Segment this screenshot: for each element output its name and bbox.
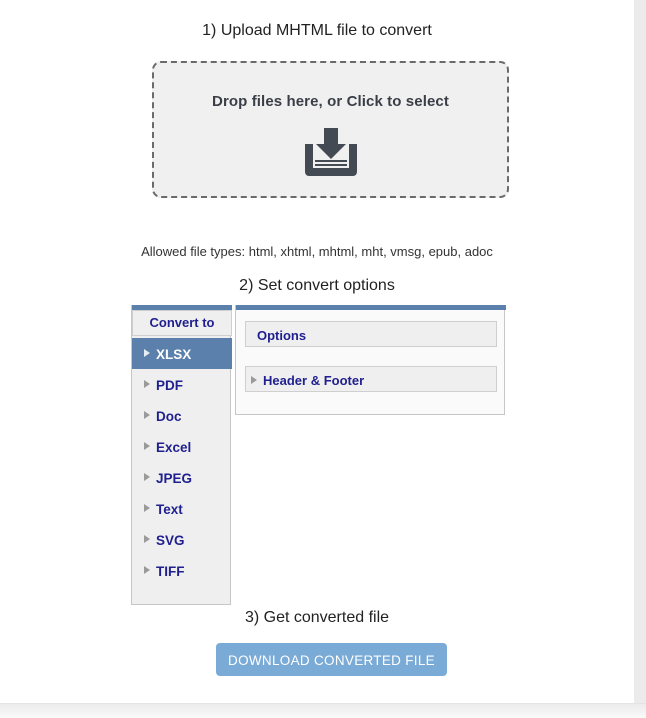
convert-to-item-label: SVG bbox=[156, 532, 185, 548]
chevron-right-icon bbox=[144, 380, 150, 389]
convert-to-item-excel[interactable]: Excel bbox=[132, 431, 232, 462]
allowed-file-types-note: Allowed file types: html, xhtml, mhtml, … bbox=[141, 244, 493, 259]
header-footer-section-header[interactable]: Header & Footer bbox=[245, 366, 497, 392]
convert-to-item-label: XLSX bbox=[156, 346, 192, 362]
convert-to-item-text[interactable]: Text bbox=[132, 493, 232, 524]
convert-to-item-label: Doc bbox=[156, 408, 182, 424]
convert-to-column: Convert to XLSX PDF Doc Excel JPEG Text … bbox=[131, 305, 232, 605]
chevron-right-icon bbox=[144, 411, 150, 420]
step-2-heading: 2) Set convert options bbox=[239, 277, 395, 294]
dropzone-label: Drop files here, or Click to select bbox=[212, 93, 449, 110]
convert-to-header: Convert to bbox=[132, 310, 232, 336]
chevron-right-icon bbox=[144, 473, 150, 482]
chevron-right-icon bbox=[144, 442, 150, 451]
footer-band bbox=[0, 703, 646, 718]
convert-options-panel: Convert to XLSX PDF Doc Excel JPEG Text … bbox=[131, 305, 506, 605]
chevron-right-icon bbox=[144, 566, 150, 575]
convert-to-item-xlsx[interactable]: XLSX bbox=[132, 338, 232, 369]
options-column: Options Header & Footer bbox=[235, 305, 506, 415]
convert-to-item-tiff[interactable]: TIFF bbox=[132, 555, 232, 586]
options-section-header[interactable]: Options bbox=[245, 321, 497, 347]
convert-to-item-svg[interactable]: SVG bbox=[132, 524, 232, 555]
step-3-heading: 3) Get converted file bbox=[244, 609, 390, 626]
download-tray-icon bbox=[301, 126, 361, 178]
page-content: 1) Upload MHTML file to convert Drop fil… bbox=[0, 0, 634, 703]
chevron-right-icon bbox=[144, 349, 150, 358]
convert-to-item-label: JPEG bbox=[156, 470, 193, 486]
convert-to-item-pdf[interactable]: PDF bbox=[132, 369, 232, 400]
options-section-label: Options bbox=[257, 328, 307, 344]
chevron-right-icon bbox=[251, 375, 257, 384]
download-converted-file-button[interactable]: DOWNLOAD CONVERTED FILE bbox=[216, 643, 447, 676]
convert-to-item-label: PDF bbox=[156, 377, 183, 393]
right-gutter bbox=[634, 0, 646, 703]
convert-to-list: XLSX PDF Doc Excel JPEG Text SVG TIFF bbox=[132, 338, 232, 586]
convert-to-item-doc[interactable]: Doc bbox=[132, 400, 232, 431]
convert-to-item-label: Excel bbox=[156, 439, 192, 455]
file-dropzone[interactable]: Drop files here, or Click to select bbox=[152, 61, 509, 198]
chevron-right-icon bbox=[144, 504, 150, 513]
step-1-heading: 1) Upload MHTML file to convert bbox=[202, 22, 432, 39]
chevron-right-icon bbox=[144, 535, 150, 544]
options-accent-bar bbox=[236, 305, 506, 310]
header-footer-section-label: Header & Footer bbox=[263, 373, 365, 389]
convert-to-item-label: Text bbox=[156, 501, 183, 517]
convert-to-item-label: TIFF bbox=[156, 563, 185, 579]
convert-to-item-jpeg[interactable]: JPEG bbox=[132, 462, 232, 493]
